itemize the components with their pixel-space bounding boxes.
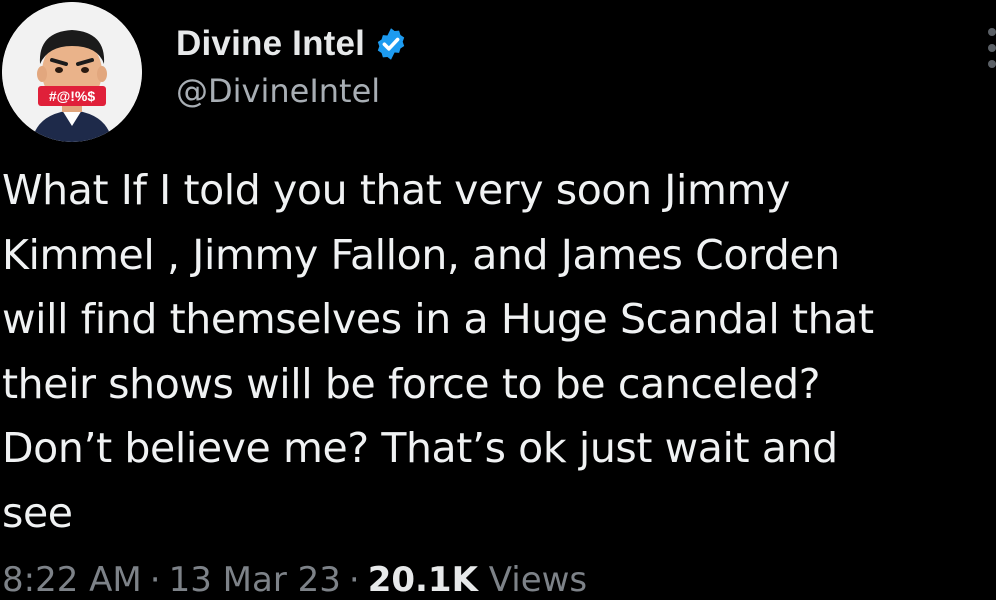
author-handle[interactable]: @DivineIntel [176,72,380,110]
verified-badge-icon [377,28,405,60]
tweet-meta: 8:22 AM · 13 Mar 23 · 20.1K Views [2,560,587,600]
tweet-time[interactable]: 8:22 AM [2,560,142,600]
tweet-text: What If I told you that very soon Jimmy … [2,166,874,537]
author-name-row: Divine Intel [176,22,409,66]
avatar[interactable]: #@!%$ [2,2,142,142]
author-display-name[interactable]: Divine Intel [176,24,365,64]
views-count: 20.1K [367,560,478,600]
avatar-image: #@!%$ [2,2,142,142]
views-label: Views [488,560,588,600]
meta-separator: · [348,560,360,600]
more-dot [988,60,996,68]
meta-separator: · [149,560,161,600]
more-dot [988,28,996,36]
more-dot [988,44,996,52]
avatar-sign-text: #@!%$ [49,88,96,104]
tweet-date[interactable]: 13 Mar 23 [169,560,341,600]
more-options-icon[interactable] [986,28,996,78]
